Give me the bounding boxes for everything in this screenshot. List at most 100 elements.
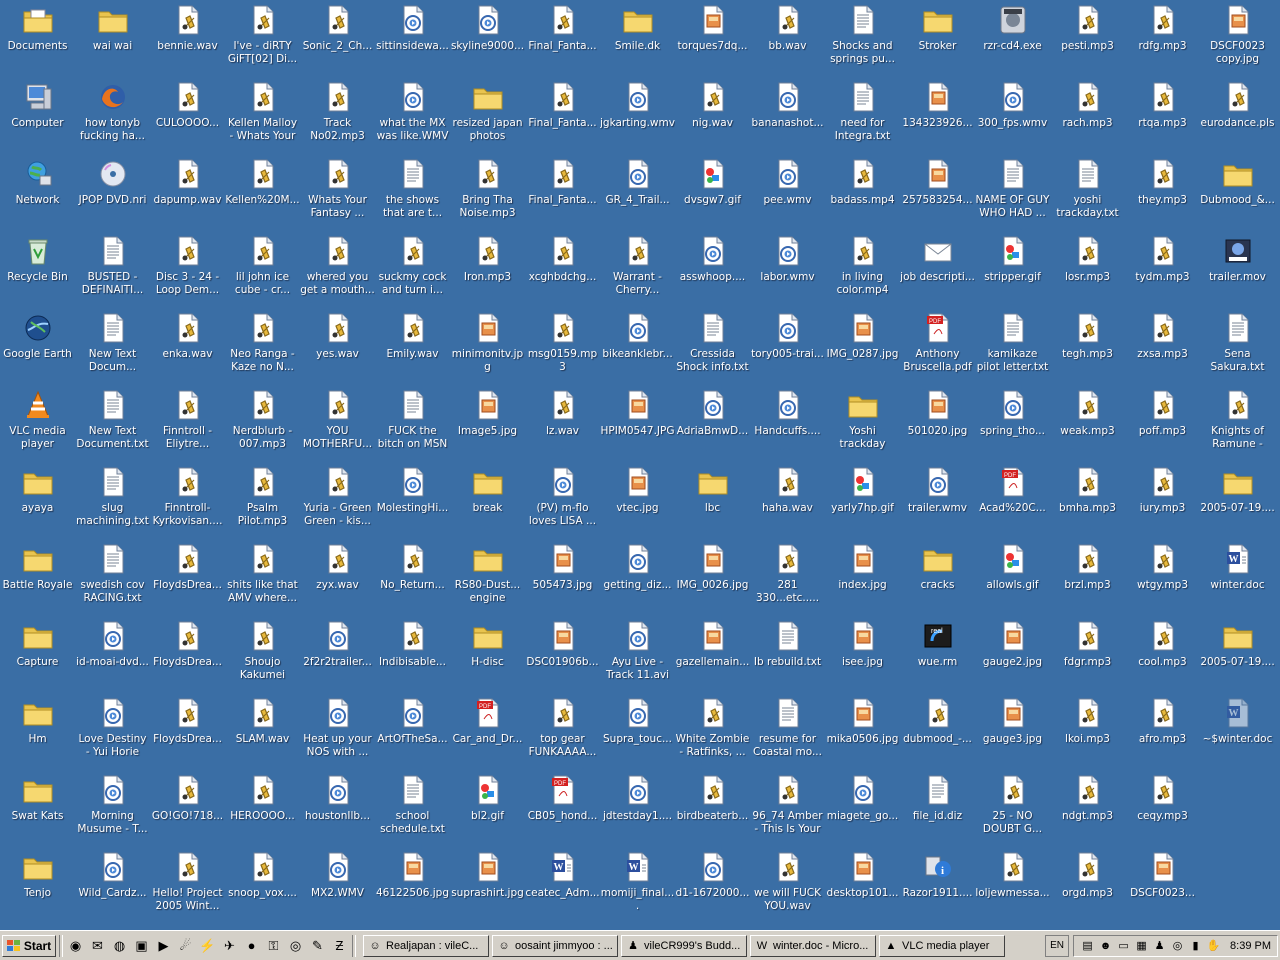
desktop-icon[interactable]: mika0506.jpg bbox=[825, 695, 900, 772]
desktop-icon[interactable]: asswhoop.... bbox=[675, 233, 750, 310]
desktop-icon[interactable]: yarly7hp.gif bbox=[825, 464, 900, 541]
desktop-icon[interactable]: gazellemain... bbox=[675, 618, 750, 695]
desktop-icon[interactable]: White Zombie - Ratfinks, ... bbox=[675, 695, 750, 772]
desktop-icon[interactable]: suckmy cock and turn i... bbox=[375, 233, 450, 310]
desktop-icon[interactable]: FUCK the bitch on MSN web... bbox=[375, 387, 450, 464]
key-icon[interactable]: ⚿ bbox=[264, 936, 283, 955]
winamp-icon[interactable]: ⚡ bbox=[198, 936, 217, 955]
desktop-icon[interactable]: eurodance.pls bbox=[1200, 79, 1275, 156]
disc-tray-icon[interactable]: ◎ bbox=[1170, 938, 1185, 953]
desktop-icon[interactable]: real wue.rm bbox=[900, 618, 975, 695]
desktop-icon[interactable]: Bring Tha Noise.mp3 bbox=[450, 156, 525, 233]
desktop-icon[interactable]: PDF Acad%20C... bbox=[975, 464, 1050, 541]
desktop-icon[interactable]: pesti.mp3 bbox=[1050, 2, 1125, 79]
desktop-icon[interactable]: Finntroll- Kyrkovisan.... bbox=[150, 464, 225, 541]
desktop-icon[interactable]: ayaya bbox=[0, 464, 75, 541]
desktop-icon[interactable]: torques7dq... bbox=[675, 2, 750, 79]
desktop-icon[interactable]: Psalm Pilot.mp3 bbox=[225, 464, 300, 541]
desktop-icon[interactable]: isee.jpg bbox=[825, 618, 900, 695]
desktop-icon[interactable]: H-disc bbox=[450, 618, 525, 695]
desktop-icon[interactable]: BUSTED - DEFINAITI... bbox=[75, 233, 150, 310]
desktop-icon[interactable]: lil john ice cube - cr... bbox=[225, 233, 300, 310]
desktop-icon[interactable]: DSCF0023 copy.jpg bbox=[1200, 2, 1275, 79]
desktop-icon[interactable]: Wmomiji_final.... bbox=[600, 849, 675, 926]
desktop-icon[interactable]: skyline9000... bbox=[450, 2, 525, 79]
desktop-icon[interactable]: No_Return... bbox=[375, 541, 450, 618]
desktop-icon[interactable]: GO!GO!718... bbox=[150, 772, 225, 849]
desktop-icon[interactable]: PDF Car_and_Dr... bbox=[450, 695, 525, 772]
desktop-icon[interactable]: poff.mp3 bbox=[1125, 387, 1200, 464]
desktop-icon[interactable]: in living color.mp4 bbox=[825, 233, 900, 310]
desktop-icon[interactable]: Finntroll - Eliytre... bbox=[150, 387, 225, 464]
desktop-icon[interactable]: IMG_0287.jpg bbox=[825, 310, 900, 387]
desktop-icon[interactable]: job descripti... bbox=[900, 233, 975, 310]
desktop-icon[interactable]: resume for Coastal mo... bbox=[750, 695, 825, 772]
desktop-icon[interactable]: 2005-07-19.... bbox=[1200, 464, 1275, 541]
desktop-icon[interactable]: rzr-cd4.exe bbox=[975, 2, 1050, 79]
desktop-icon[interactable]: Swat Kats bbox=[0, 772, 75, 849]
desktop-icon[interactable]: vtec.jpg bbox=[600, 464, 675, 541]
desktop-icon[interactable]: Documents bbox=[0, 2, 75, 79]
desktop-icon[interactable]: bennie.wav bbox=[150, 2, 225, 79]
desktop-icon[interactable]: 281 330...etc..... bbox=[750, 541, 825, 618]
desktop-icon[interactable]: PDF Anthony Bruscella.pdf bbox=[900, 310, 975, 387]
display-tray-icon[interactable]: ▭ bbox=[1116, 938, 1131, 953]
desktop-icon[interactable]: lbc bbox=[675, 464, 750, 541]
desktop-icon[interactable]: Wwinter.doc bbox=[1200, 541, 1275, 618]
desktop-icon[interactable]: RS80-Dust... engine bbox=[450, 541, 525, 618]
desktop-icon[interactable]: zyx.wav bbox=[300, 541, 375, 618]
desktop-icon[interactable]: jdtestday1.... bbox=[600, 772, 675, 849]
desktop-icon[interactable]: badass.mp4 bbox=[825, 156, 900, 233]
desktop-icon[interactable]: iury.mp3 bbox=[1125, 464, 1200, 541]
desktop-icon[interactable]: they.mp3 bbox=[1125, 156, 1200, 233]
desktop-icon[interactable]: trailer.wmv bbox=[900, 464, 975, 541]
desktop-icon[interactable]: suprashirt.jpg bbox=[450, 849, 525, 926]
desktop-icon[interactable]: jgkarting.wmv bbox=[600, 79, 675, 156]
desktop-icon[interactable]: fdgr.mp3 bbox=[1050, 618, 1125, 695]
desktop-icon[interactable]: DSC01906b... bbox=[525, 618, 600, 695]
desktop-icon[interactable]: cool.mp3 bbox=[1125, 618, 1200, 695]
desktop-icon[interactable]: lz.wav bbox=[525, 387, 600, 464]
desktop-icon[interactable]: Heat up your NOS with ... bbox=[300, 695, 375, 772]
desktop-icon[interactable]: loljewmessa... bbox=[975, 849, 1050, 926]
desktop-icon[interactable]: miagete_go... bbox=[825, 772, 900, 849]
desktop-icon[interactable]: yoshi trackday.txt bbox=[1050, 156, 1125, 233]
desktop-icon[interactable]: yes.wav bbox=[300, 310, 375, 387]
desktop-icon[interactable]: Stroker bbox=[900, 2, 975, 79]
desktop-icon[interactable]: Battle Royale bbox=[0, 541, 75, 618]
desktop-icon[interactable]: weak.mp3 bbox=[1050, 387, 1125, 464]
desktop-icon[interactable]: sittinsidewa... bbox=[375, 2, 450, 79]
desktop-icon[interactable]: HEROOOO... bbox=[225, 772, 300, 849]
desktop-icon[interactable]: resized japan photos bbox=[450, 79, 525, 156]
desktop-icon[interactable]: IMG_0026.jpg bbox=[675, 541, 750, 618]
signal-tray-icon[interactable]: ▮ bbox=[1188, 938, 1203, 953]
desktop-icon[interactable]: Shoujo Kakumei Ute... bbox=[225, 618, 300, 695]
window-icon[interactable]: ▣ bbox=[132, 936, 151, 955]
desktop-icon[interactable]: lkoi.mp3 bbox=[1050, 695, 1125, 772]
desktop-icon[interactable]: New Text Document.txt bbox=[75, 387, 150, 464]
desktop-icon[interactable]: enka.wav bbox=[150, 310, 225, 387]
desktop-icon[interactable]: bb.wav bbox=[750, 2, 825, 79]
desktop-icon[interactable]: rtqa.mp3 bbox=[1125, 79, 1200, 156]
desktop-icon[interactable]: Emily.wav bbox=[375, 310, 450, 387]
desktop-icon[interactable]: Warrant - Cherry... bbox=[600, 233, 675, 310]
desktop-icon[interactable]: trailer.mov bbox=[1200, 233, 1275, 310]
taskbar-button[interactable]: Wwinter.doc - Micro... bbox=[750, 934, 876, 957]
taskbar-button[interactable]: ☺ Realjapan : vileC... bbox=[363, 934, 489, 957]
desktop-icon[interactable]: Cressida Shock info.txt bbox=[675, 310, 750, 387]
desktop-icon[interactable]: PDF CB05_hond... bbox=[525, 772, 600, 849]
desktop-icon[interactable]: Iron.mp3 bbox=[450, 233, 525, 310]
desktop-icon[interactable]: tory005-trai... bbox=[750, 310, 825, 387]
desktop-icon[interactable]: whered you get a mouth... bbox=[300, 233, 375, 310]
desktop-icon[interactable]: Love Destiny - Yui Horie (D... bbox=[75, 695, 150, 772]
desktop-icon[interactable]: bananashot... bbox=[750, 79, 825, 156]
desktop-icon[interactable]: 257583254... bbox=[900, 156, 975, 233]
start-button[interactable]: Start bbox=[2, 934, 56, 957]
desktop-icon[interactable]: Neo Ranga - Kaze no N... bbox=[225, 310, 300, 387]
desktop-icon[interactable]: Final_Fanta... bbox=[525, 79, 600, 156]
desktop-icon[interactable]: shits like that AMV where... bbox=[225, 541, 300, 618]
desktop-icon[interactable]: brzl.mp3 bbox=[1050, 541, 1125, 618]
desktop-icon[interactable]: msg0159.mp3 bbox=[525, 310, 600, 387]
desktop-icon[interactable]: Network bbox=[0, 156, 75, 233]
desktop-icon[interactable]: birdbeaterb... bbox=[675, 772, 750, 849]
